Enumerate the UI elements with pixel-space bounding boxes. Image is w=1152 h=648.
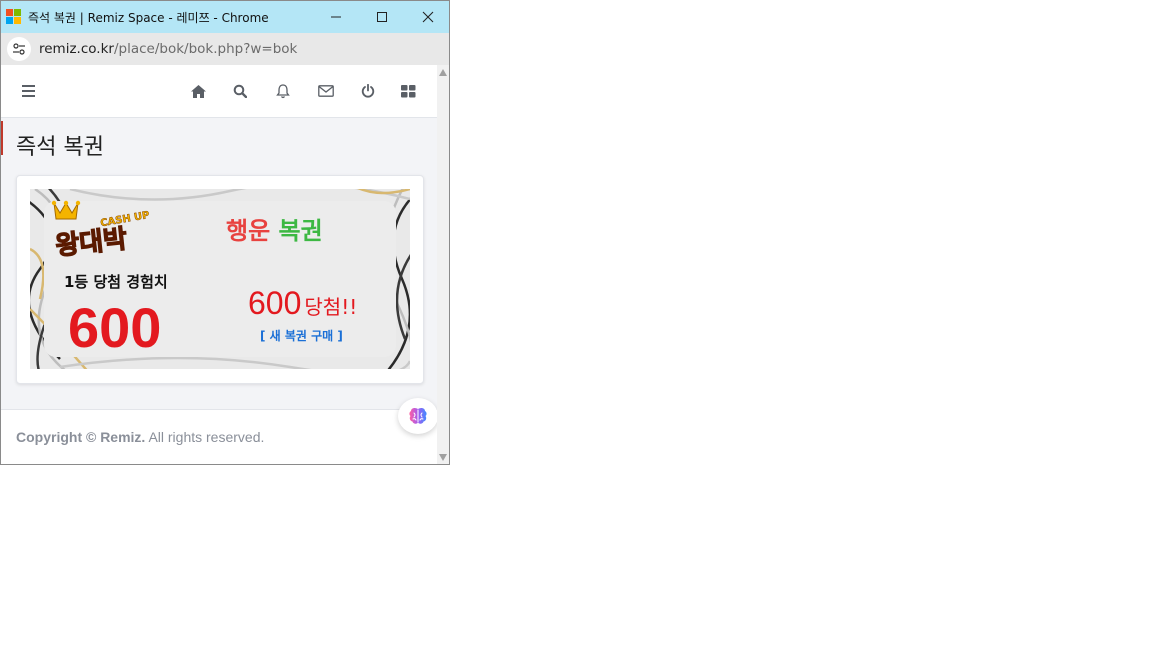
- close-icon: [422, 11, 434, 23]
- floating-assistant-button[interactable]: [398, 398, 437, 434]
- power-icon: [361, 84, 375, 98]
- copyright-text: Copyright © Remiz. All rights reserved.: [16, 429, 264, 445]
- tune-icon: [13, 43, 25, 55]
- grid-icon: [400, 84, 415, 97]
- copyright-rest: All rights reserved.: [145, 429, 265, 445]
- lottery-card: 왕대박 CASH UP 행운 복권 1등 당첨 경험치 600 600 당첨!! …: [16, 175, 424, 384]
- notification-button[interactable]: [272, 80, 294, 102]
- maximize-button[interactable]: [359, 1, 405, 33]
- menu-button[interactable]: [18, 80, 40, 102]
- home-icon: [190, 84, 206, 98]
- footer: Copyright © Remiz. All rights reserved.: [1, 410, 437, 464]
- address-bar: remiz.co.kr/place/bok/bok.php?w=bok: [1, 33, 449, 65]
- buy-new-ticket-link[interactable]: [ 새 복권 구매 ]: [260, 328, 343, 343]
- minimize-button[interactable]: [313, 1, 359, 33]
- url-field[interactable]: remiz.co.kr/place/bok/bok.php?w=bok: [39, 41, 297, 57]
- site-info-button[interactable]: [7, 37, 31, 61]
- copyright-brand: Copyright © Remiz.: [16, 429, 146, 445]
- browser-window: 즉석 복권 | Remiz Space - 레미쯔 - Chrome remiz…: [0, 0, 450, 465]
- svg-text:행운 복권: 행운 복권: [226, 217, 323, 245]
- close-button[interactable]: [405, 1, 449, 33]
- brain-icon: [409, 407, 427, 424]
- scroll-up-arrow-icon[interactable]: [439, 69, 447, 76]
- headline-part-2: 복권: [270, 217, 323, 245]
- url-domain: remiz.co.kr: [39, 41, 114, 57]
- scroll-down-arrow-icon[interactable]: [439, 454, 447, 461]
- menu-icon: [22, 85, 35, 97]
- page-viewport: 즉석 복권 왕대박 CASH UP 행운 복권 1등 당첨 경험치 600 60…: [1, 65, 437, 464]
- window-title: 즉석 복권 | Remiz Space - 레미쯔 - Chrome: [28, 11, 269, 25]
- first-prize-label: 1등 당첨 경험치: [64, 273, 168, 291]
- bell-icon: [276, 83, 290, 98]
- headline-part-1: 행운: [226, 217, 270, 245]
- result-suffix: 당첨!!: [304, 295, 357, 319]
- home-button[interactable]: [187, 80, 209, 102]
- top-navbar: [1, 65, 437, 118]
- maximize-icon: [377, 12, 387, 22]
- apps-button[interactable]: [397, 80, 419, 102]
- result-value: 600: [248, 285, 301, 321]
- first-prize-value: 600: [68, 296, 161, 359]
- messages-button[interactable]: [315, 80, 337, 102]
- lottery-ticket: 왕대박 CASH UP 행운 복권 1등 당첨 경험치 600 600 당첨!! …: [30, 189, 410, 369]
- search-icon: [233, 84, 247, 98]
- title-bar: 즉석 복권 | Remiz Space - 레미쯔 - Chrome: [1, 1, 449, 33]
- power-button[interactable]: [357, 80, 379, 102]
- search-button[interactable]: [229, 80, 251, 102]
- url-path: /place/bok/bok.php?w=bok: [113, 41, 298, 57]
- minimize-icon: [331, 16, 341, 18]
- mail-icon: [318, 85, 334, 97]
- ticket-graphic: 왕대박 CASH UP 행운 복권 1등 당첨 경험치 600 600 당첨!! …: [30, 189, 410, 369]
- windows-logo-icon: [6, 9, 22, 25]
- page-title: 즉석 복권: [16, 135, 104, 160]
- edge-accent: [1, 121, 3, 155]
- vertical-scrollbar[interactable]: [437, 65, 449, 464]
